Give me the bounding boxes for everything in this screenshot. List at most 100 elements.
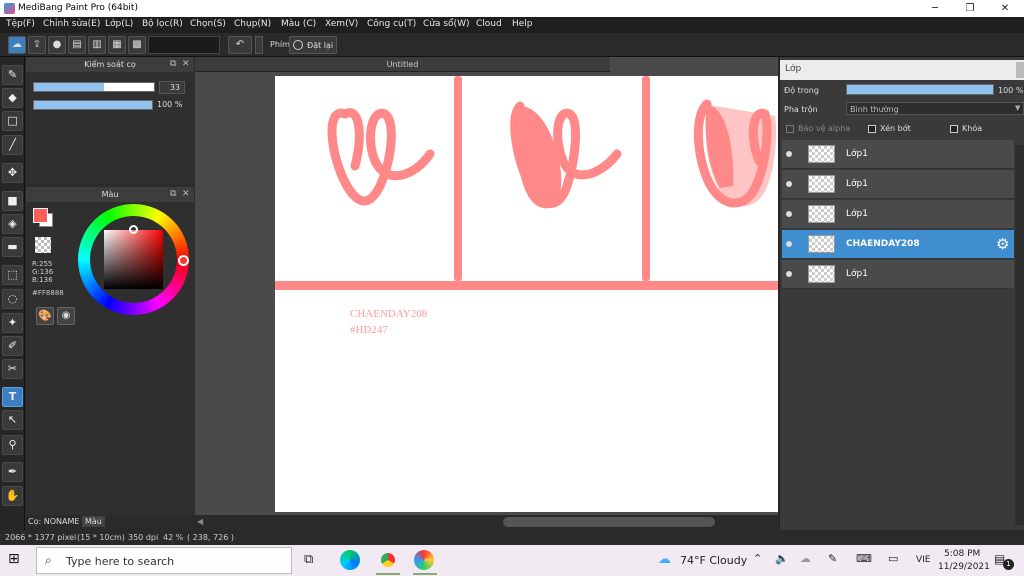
horizontal-scrollbar[interactable]: ◀	[195, 515, 778, 529]
visibility-icon[interactable]	[786, 181, 792, 187]
lock-checkbox[interactable]: Khóa	[948, 123, 1018, 136]
move-tool-icon[interactable]: ✥	[2, 163, 23, 183]
layer-opacity-slider[interactable]	[846, 84, 994, 95]
scrollbar-thumb[interactable]	[503, 517, 715, 527]
lasso-tool-icon[interactable]: ◌	[2, 289, 23, 309]
menu-color[interactable]: Màu (C)	[281, 19, 316, 29]
clip-checkbox[interactable]: Xén bớt	[866, 123, 942, 136]
brush-tab[interactable]: Cọ: NONAME	[28, 517, 79, 526]
select-rect-tool-icon[interactable]: ⬚	[2, 265, 23, 285]
layer-panel-grip[interactable]	[1016, 62, 1024, 78]
menu-tools[interactable]: Công cụ(T)	[367, 19, 416, 29]
layer-row[interactable]: Lớp1	[782, 140, 1014, 169]
layer-row[interactable]: Lớp1	[782, 260, 1014, 289]
keyboard-icon[interactable]: ⌨	[856, 552, 872, 565]
panel-close-icon[interactable]: ✕	[182, 187, 190, 202]
edge-icon[interactable]	[340, 550, 360, 570]
eraser-tool-icon[interactable]: ◆	[2, 88, 23, 108]
clock-date[interactable]: 11/29/2021	[938, 562, 990, 572]
layer-row[interactable]: Lớp1	[782, 170, 1014, 199]
magic-wand-tool-icon[interactable]: ✦	[2, 313, 23, 333]
hand-tool-icon[interactable]: ✋	[2, 486, 23, 506]
panel-close-icon[interactable]: ✕	[182, 57, 190, 72]
menu-layer[interactable]: Lớp(L)	[105, 19, 133, 29]
comment-icon[interactable]: ●	[48, 36, 66, 54]
fill-rect-tool-icon[interactable]: ■	[2, 191, 23, 211]
reset-button[interactable]: Đặt lại	[289, 36, 337, 54]
protect-alpha-checkbox[interactable]: Bảo vệ alpha	[784, 123, 864, 136]
select-eraser-tool-icon[interactable]: ✂	[2, 359, 23, 379]
shape-tool-icon[interactable]: □	[2, 111, 23, 131]
menu-edit[interactable]: Chỉnh sửa(E)	[43, 19, 100, 29]
close-button[interactable]: ✕	[988, 0, 1022, 17]
search-box[interactable]: ⌕ Type here to search	[36, 547, 292, 574]
minimize-button[interactable]: ─	[918, 0, 952, 17]
palette-cloud-icon[interactable]: ◉	[57, 307, 75, 325]
visibility-icon[interactable]	[786, 211, 792, 217]
color-tab[interactable]: Màu	[82, 516, 105, 527]
brush-size-slider[interactable]	[33, 82, 155, 92]
panel-popout-icon[interactable]: ⧉	[170, 57, 176, 72]
medibang-taskbar-icon[interactable]	[414, 550, 434, 570]
cloud-icon[interactable]: ☁	[8, 36, 26, 54]
clock-time[interactable]: 5:08 PM	[944, 549, 980, 559]
visibility-icon[interactable]	[786, 271, 792, 277]
chrome-icon[interactable]	[378, 550, 398, 570]
palette-icon[interactable]: 🎨	[36, 307, 54, 325]
chat-icon[interactable]: ▤	[68, 36, 86, 54]
brush-size-value[interactable]: 33	[159, 81, 185, 94]
brush-tool-icon[interactable]: ✎	[2, 65, 23, 85]
windows-start-icon[interactable]: ⊞	[8, 551, 20, 567]
menu-window[interactable]: Cửa sổ(W)	[423, 19, 469, 29]
layer-row-selected[interactable]: CHAENDAY208 ⚙	[782, 230, 1014, 259]
pen-icon[interactable]: ✎	[828, 552, 837, 565]
scroll-left-icon[interactable]: ◀	[197, 517, 203, 526]
foreground-color-swatch[interactable]	[33, 208, 48, 223]
hue-wheel[interactable]	[78, 204, 189, 315]
sv-picker-handle[interactable]	[129, 225, 138, 234]
brush-opacity-slider[interactable]	[33, 100, 153, 110]
menu-help[interactable]: Help	[512, 19, 533, 29]
menu-filter[interactable]: Bộ lọc(R)	[142, 19, 183, 29]
maximize-button[interactable]: ❐	[953, 0, 987, 17]
language-indicator[interactable]: VIE	[916, 555, 931, 565]
blend-mode-value: Bình thường	[850, 105, 899, 114]
text-tool-icon[interactable]: T	[2, 387, 23, 407]
gradient-tool-icon[interactable]: ▬	[2, 237, 23, 257]
gear-icon[interactable]: ⚙	[996, 235, 1009, 253]
onedrive-icon[interactable]: ☁	[800, 552, 811, 565]
menu-cloud[interactable]: Cloud	[476, 19, 502, 29]
layer-row[interactable]: Lớp1	[782, 200, 1014, 229]
canvas-paper[interactable]: CHAENDAY208 #HD247	[275, 76, 778, 512]
undo-icon[interactable]: ↶	[228, 36, 252, 54]
brush-opacity-fill	[34, 101, 152, 109]
blend-mode-select[interactable]: Bình thường ▼	[846, 102, 1024, 115]
saturation-value-square[interactable]	[104, 230, 163, 289]
hue-picker-handle[interactable]	[178, 255, 189, 266]
grid-icon[interactable]: ▩	[128, 36, 146, 54]
visibility-icon[interactable]	[786, 241, 792, 247]
panel-icon[interactable]: ▦	[108, 36, 126, 54]
weather-text[interactable]: 74°F Cloudy	[680, 554, 747, 567]
display-icon[interactable]: ▭	[888, 552, 898, 565]
menu-file[interactable]: Tệp(F)	[6, 19, 35, 29]
line-tool-icon[interactable]: ╱	[2, 135, 23, 155]
menu-capture[interactable]: Chụp(N)	[234, 19, 271, 29]
menu-select[interactable]: Chọn(S)	[190, 19, 226, 29]
bucket-tool-icon[interactable]: ◈	[2, 214, 23, 234]
menu-view[interactable]: Xem(V)	[325, 19, 358, 29]
document-tab[interactable]: Untitled	[195, 57, 610, 72]
layer-list-scrollbar[interactable]	[1015, 145, 1024, 525]
task-view-icon[interactable]: ⧉	[304, 552, 313, 567]
eyedropper-tool-icon[interactable]: ⚲	[2, 435, 23, 455]
panel-popout-icon[interactable]: ⧉	[170, 187, 176, 202]
share-icon[interactable]: ⇪	[28, 36, 46, 54]
select-pen-tool-icon[interactable]: ✐	[2, 336, 23, 356]
operation-tool-icon[interactable]: ↖	[2, 410, 23, 430]
document-icon[interactable]: ▥	[88, 36, 106, 54]
volume-icon[interactable]: 🔈	[775, 552, 789, 565]
chevron-up-icon[interactable]: ⌃	[753, 552, 762, 565]
visibility-icon[interactable]	[786, 151, 792, 157]
pen-tool-icon[interactable]: ✒	[2, 462, 23, 482]
transparent-swatch[interactable]	[35, 237, 51, 253]
